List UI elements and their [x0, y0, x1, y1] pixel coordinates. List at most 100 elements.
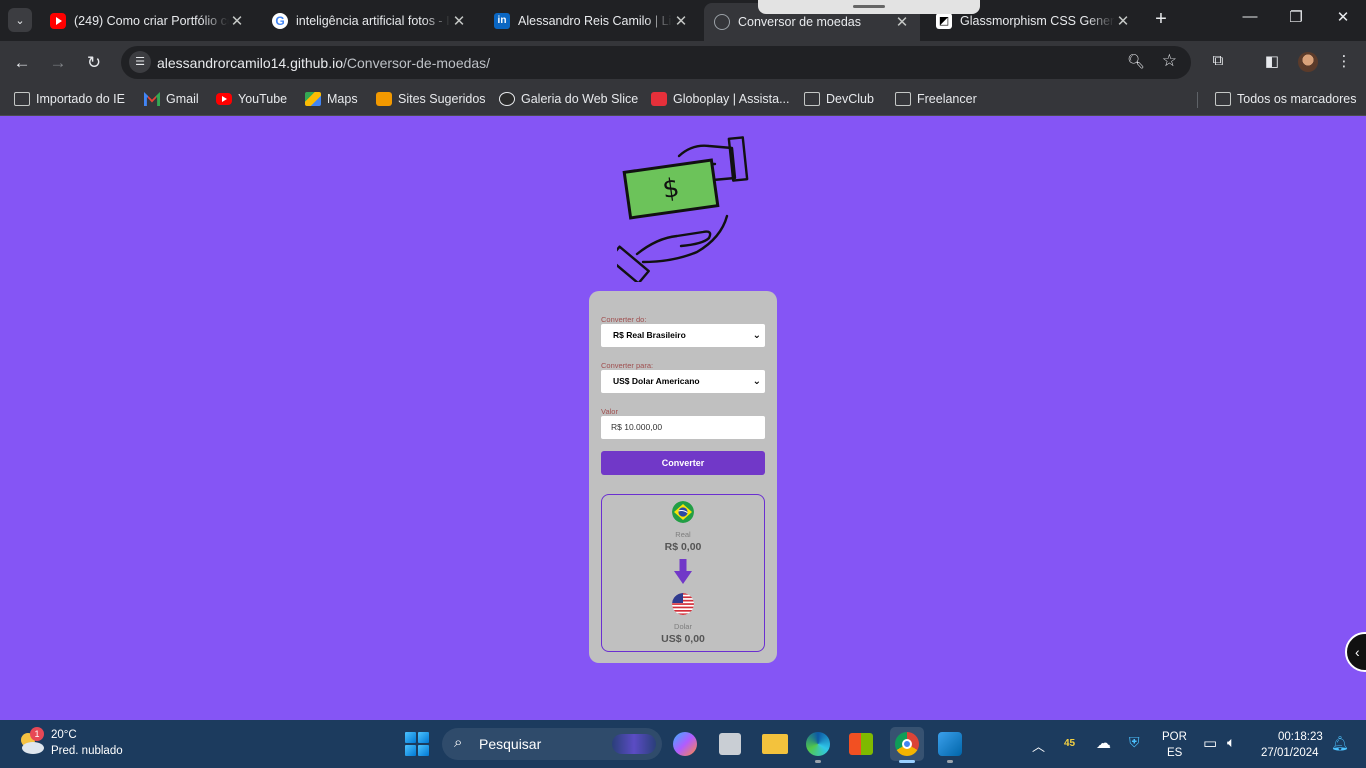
keyboard-layout[interactable]: ES	[1167, 747, 1182, 759]
brazil-flag-icon	[672, 501, 694, 523]
chrome-active-indicator	[899, 760, 915, 763]
tab-google[interactable]: G inteligência artificial fotos - I ✕	[262, 6, 477, 35]
tray-number[interactable]: 45	[1064, 738, 1075, 749]
minimize-icon[interactable]: —	[1238, 8, 1262, 25]
tab-title: inteligência artificial fotos - I	[296, 13, 450, 28]
weather-description[interactable]: Pred. nublado	[51, 745, 123, 757]
tab-title: Alessandro Reis Camilo | Linl	[518, 13, 673, 28]
glassmorphism-icon: ◩	[936, 12, 952, 29]
close-tab-icon[interactable]: ✕	[229, 12, 245, 30]
bookmark-maps[interactable]: Maps	[305, 92, 358, 106]
close-window-icon[interactable]: ✕	[1331, 8, 1355, 26]
tab-linkedin[interactable]: in Alessandro Reis Camilo | Linl ✕	[484, 6, 699, 35]
tab-title: (249) Como criar Portfólio co	[74, 13, 229, 28]
amount-input[interactable]: R$ 10.000,00	[601, 416, 765, 439]
arrow-down-icon	[674, 559, 692, 584]
side-panel-icon[interactable]: ◧	[1261, 52, 1283, 70]
close-tab-icon[interactable]: ✕	[1115, 12, 1131, 30]
from-currency-value: R$ Real Brasileiro	[613, 330, 686, 340]
close-tab-icon[interactable]: ✕	[451, 12, 467, 30]
reload-icon[interactable]: ↻	[82, 51, 106, 75]
new-tab-button[interactable]: +	[1150, 8, 1172, 31]
window-drag-handle[interactable]	[758, 0, 980, 14]
bookmark-all[interactable]: Todos os marcadores	[1215, 92, 1357, 106]
globe-icon	[714, 14, 730, 30]
bookmark-star-icon[interactable]: ☆	[1162, 51, 1177, 71]
from-currency-label: Converter do:	[601, 315, 647, 324]
url-text[interactable]: alessandrorcamilo14.github.io/Conversor-…	[157, 55, 490, 71]
converter-card: Converter do: R$ Real Brasileiro ⌄ Conve…	[589, 291, 777, 663]
restore-icon[interactable]: ❐	[1284, 8, 1308, 26]
show-hidden-icons-chevron-icon[interactable]: ︿	[1032, 736, 1045, 755]
result-box: Real R$ 0,00 Dolar US$ 0,00	[601, 494, 765, 652]
folder-icon	[895, 92, 911, 106]
taskbar-search[interactable]: ⌕ Pesquisar	[442, 728, 662, 760]
security-shield-icon[interactable]: ⛨	[1129, 734, 1140, 751]
to-currency-label: Converter para:	[601, 361, 654, 370]
search-highlight-image	[612, 734, 656, 754]
suggested-sites-icon	[376, 92, 392, 106]
bookmarks-divider	[1197, 92, 1198, 108]
network-icon[interactable]: ▭	[1203, 734, 1217, 752]
folder-icon	[1215, 92, 1231, 106]
tab-youtube[interactable]: (249) Como criar Portfólio co ✕	[40, 6, 255, 35]
clock-date[interactable]: 27/01/2024	[1261, 747, 1319, 759]
chevron-down-icon: ⌄	[752, 376, 761, 387]
profile-avatar[interactable]	[1298, 52, 1318, 72]
to-currency-amount: US$ 0,00	[661, 633, 705, 645]
tab-title: Glassmorphism CSS Generat	[960, 13, 1115, 28]
amount-label: Valor	[601, 407, 618, 416]
from-currency-select[interactable]: R$ Real Brasileiro ⌄	[601, 324, 765, 347]
language-indicator[interactable]: POR	[1162, 731, 1187, 743]
maps-icon	[305, 92, 321, 106]
to-currency-select[interactable]: US$ Dolar Americano ⌄	[601, 370, 765, 393]
onedrive-cloud-icon[interactable]: ☁	[1096, 734, 1111, 752]
clock-time[interactable]: 00:18:23	[1278, 731, 1323, 743]
back-arrow-icon[interactable]: ←	[10, 51, 34, 75]
browser-toolbar: ← → ↻ ☰ alessandrorcamilo14.github.io/Co…	[0, 41, 1366, 84]
bookmark-globoplay[interactable]: Globoplay | Assista...	[651, 92, 790, 106]
side-panel-toggle-chevron-icon[interactable]: ‹	[1345, 632, 1366, 672]
microsoft-store-icon[interactable]	[849, 733, 873, 755]
task-view-icon[interactable]	[719, 733, 741, 755]
to-currency-name: Dolar	[674, 622, 692, 631]
menu-dots-icon[interactable]: ⋮	[1333, 52, 1355, 70]
chevron-down-icon: ⌄	[752, 330, 761, 341]
tab-title: Conversor de moedas	[738, 15, 861, 29]
usa-flag-icon	[672, 593, 694, 615]
gmail-icon	[144, 92, 160, 106]
close-tab-icon[interactable]: ✕	[894, 13, 910, 31]
convert-button[interactable]: Converter	[601, 451, 765, 475]
volume-icon[interactable]: 🔈︎	[1227, 734, 1235, 751]
bookmark-web-slice[interactable]: Galeria do Web Slice	[499, 92, 638, 106]
tab-search-chevron-icon[interactable]: ⌄	[8, 8, 32, 32]
notification-bell-icon[interactable]: 🔔︎	[1331, 735, 1349, 752]
bookmark-importado[interactable]: Importado do IE	[14, 92, 125, 106]
windows-start-icon[interactable]	[405, 732, 429, 756]
web-slice-icon	[499, 92, 515, 106]
search-placeholder: Pesquisar	[479, 736, 542, 752]
bookmark-gmail[interactable]: Gmail	[144, 92, 199, 106]
bookmark-sites-sugeridos[interactable]: Sites Sugeridos	[376, 92, 486, 106]
bookmark-freelancer[interactable]: Freelancer	[895, 92, 977, 106]
bookmark-youtube[interactable]: YouTube	[216, 92, 287, 106]
copilot-icon[interactable]	[673, 732, 697, 756]
weather-temperature[interactable]: 20°C	[51, 729, 77, 741]
forward-arrow-icon[interactable]: →	[46, 51, 70, 75]
chrome-icon-center	[902, 739, 912, 749]
close-tab-icon[interactable]: ✕	[673, 12, 689, 30]
chrome-taskbar-button[interactable]	[890, 727, 924, 761]
folder-icon	[14, 92, 30, 106]
bookmark-devclub[interactable]: DevClub	[804, 92, 874, 106]
zoom-icon[interactable]: 🔍︎	[1127, 53, 1145, 70]
google-icon: G	[272, 12, 288, 29]
extensions-icon[interactable]: ⧉	[1207, 52, 1229, 69]
globoplay-icon	[651, 92, 667, 106]
folder-icon	[804, 92, 820, 106]
edge-icon[interactable]	[806, 732, 830, 756]
youtube-icon	[50, 12, 66, 29]
file-explorer-icon[interactable]	[762, 734, 788, 754]
vscode-icon[interactable]	[938, 732, 962, 756]
site-settings-icon[interactable]: ☰	[129, 51, 151, 73]
address-bar[interactable]: ☰ alessandrorcamilo14.github.io/Converso…	[121, 46, 1191, 79]
